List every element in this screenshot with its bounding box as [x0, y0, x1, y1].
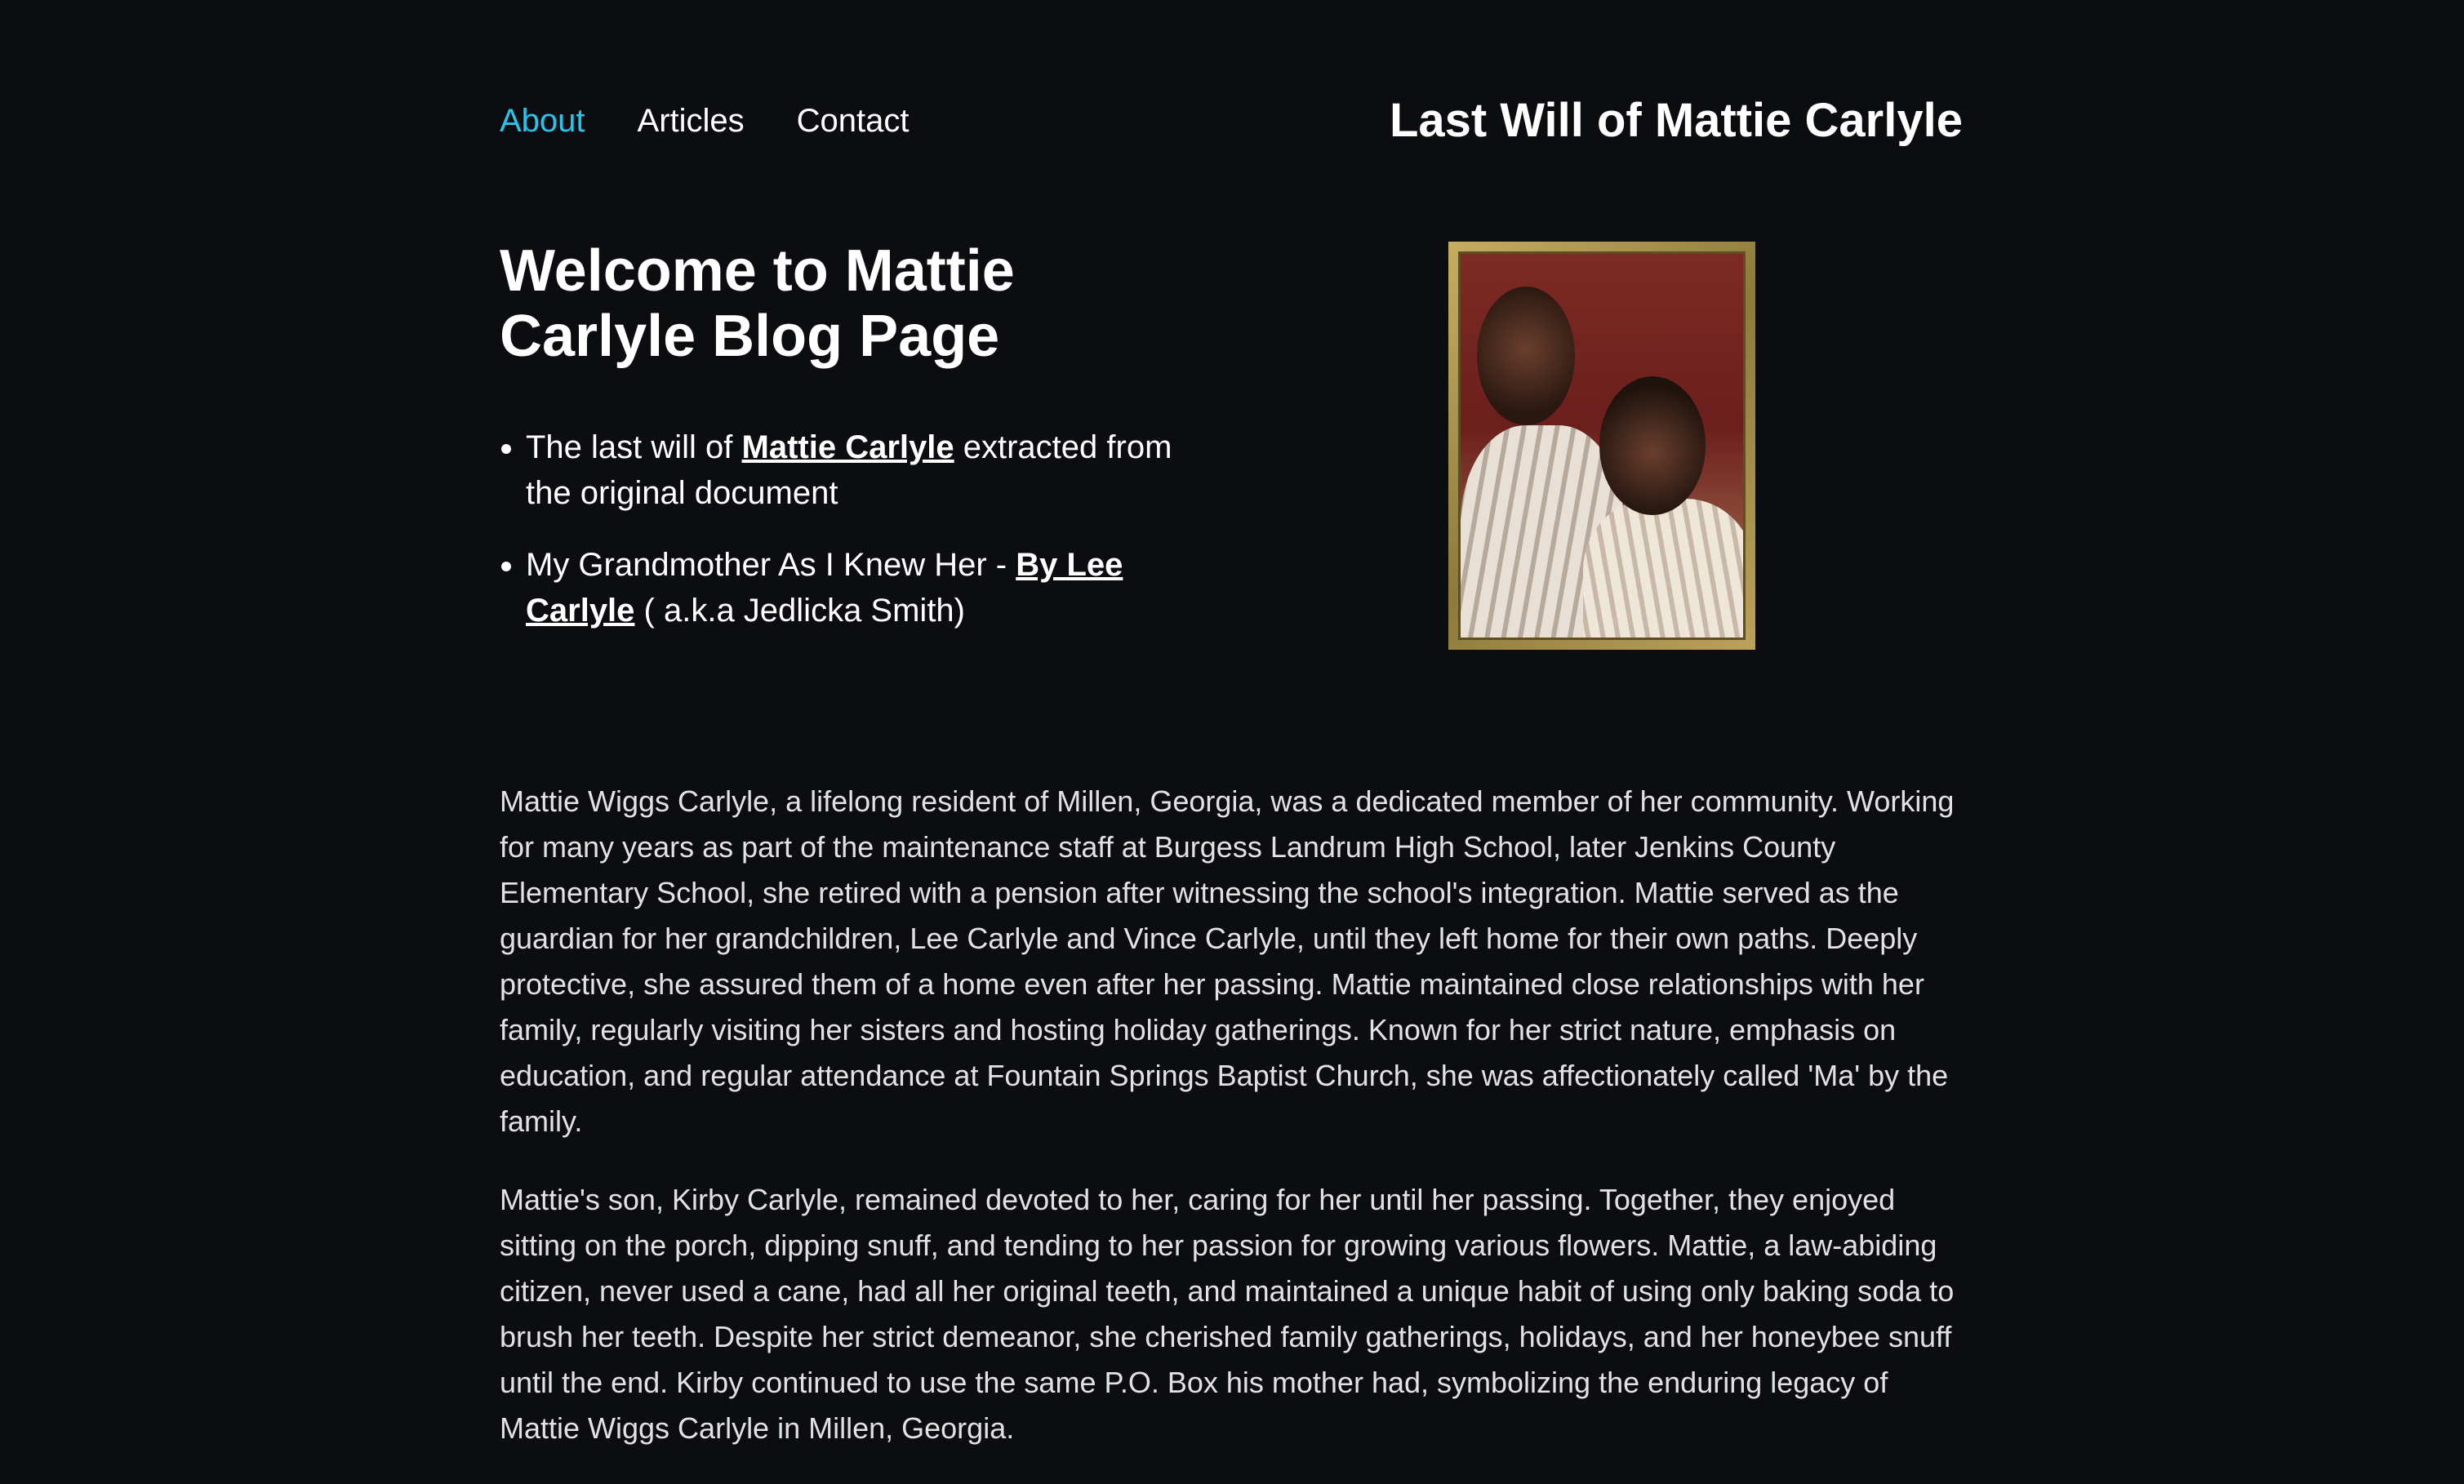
biography: Mattie Wiggs Carlyle, a lifelong residen…: [500, 779, 1963, 1484]
nav-articles[interactable]: Articles: [638, 96, 745, 145]
header: About Articles Contact Last Will of Matt…: [500, 0, 1963, 245]
site-title: Last Will of Mattie Carlyle: [1389, 94, 1963, 147]
photo-figure: [1583, 499, 1743, 638]
photo-image: [1458, 251, 1746, 640]
article-link-list: The last will of Mattie Carlyle extracte…: [500, 424, 1210, 633]
link-prefix: The last will of: [526, 429, 742, 465]
list-item: The last will of Mattie Carlyle extracte…: [526, 424, 1195, 516]
family-photo: [1448, 242, 1755, 650]
photo-figure: [1477, 287, 1575, 425]
page-container: About Articles Contact Last Will of Matt…: [500, 0, 1963, 1445]
welcome-heading: Welcome to Mattie Carlyle Blog Page: [500, 238, 1015, 369]
link-prefix: My Grandmother As I Knew Her -: [526, 547, 1016, 583]
hero-section: Welcome to Mattie Carlyle Blog Page The …: [500, 238, 1963, 663]
mattie-carlyle-link[interactable]: Mattie Carlyle: [742, 429, 954, 465]
main-nav: About Articles Contact: [500, 96, 910, 145]
nav-contact[interactable]: Contact: [797, 96, 910, 145]
biography-paragraph: Mattie's son, Kirby Carlyle, remained de…: [500, 1183, 1955, 1445]
hero-text: Welcome to Mattie Carlyle Blog Page The …: [500, 238, 1210, 660]
link-suffix: ( a.k.a Jedlicka Smith): [634, 593, 965, 629]
list-item: My Grandmother As I Knew Her - By Lee Ca…: [526, 542, 1195, 633]
nav-about[interactable]: About: [500, 96, 585, 145]
photo-figure: [1599, 376, 1706, 515]
biography-paragraph: Mattie Wiggs Carlyle, a lifelong residen…: [500, 784, 1955, 1138]
